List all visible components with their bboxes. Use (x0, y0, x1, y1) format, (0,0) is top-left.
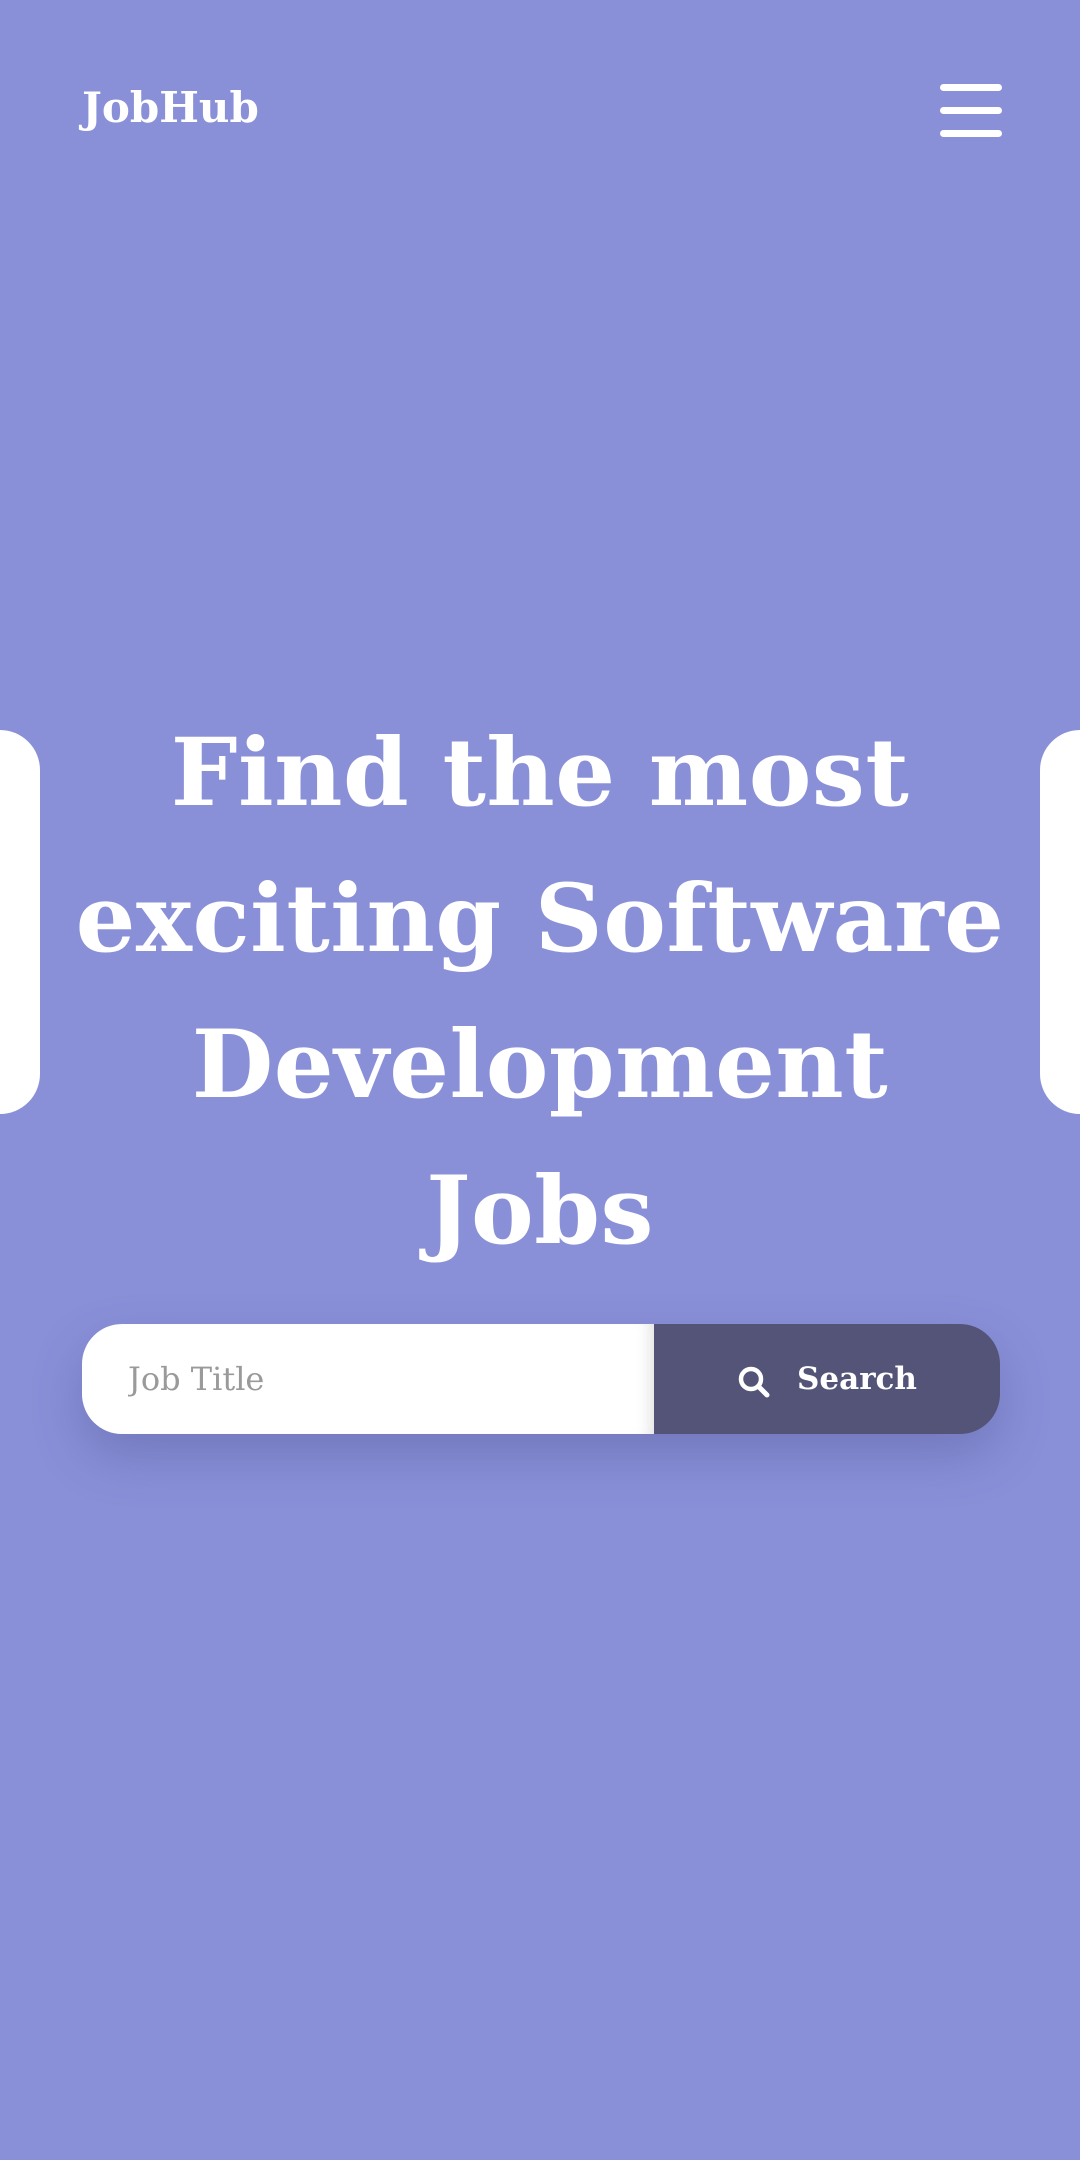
app-header: JobHub (0, 0, 1080, 220)
menu-bar-middle (940, 107, 1002, 114)
hamburger-menu-icon[interactable] (938, 82, 1004, 140)
menu-bar-top (940, 84, 1002, 91)
search-button[interactable]: Search (654, 1324, 1000, 1434)
hero-title: Find the most exciting Software Developm… (75, 718, 1005, 1266)
carousel-next-tab[interactable] (1040, 730, 1080, 1114)
search-icon (737, 1365, 771, 1399)
job-title-input[interactable] (82, 1324, 654, 1434)
menu-bar-bottom (940, 130, 1002, 137)
app-logo[interactable]: JobHub (82, 80, 259, 136)
job-search-bar: Search (82, 1324, 1000, 1434)
carousel-prev-tab[interactable] (0, 730, 40, 1114)
search-button-label: Search (797, 1361, 917, 1397)
